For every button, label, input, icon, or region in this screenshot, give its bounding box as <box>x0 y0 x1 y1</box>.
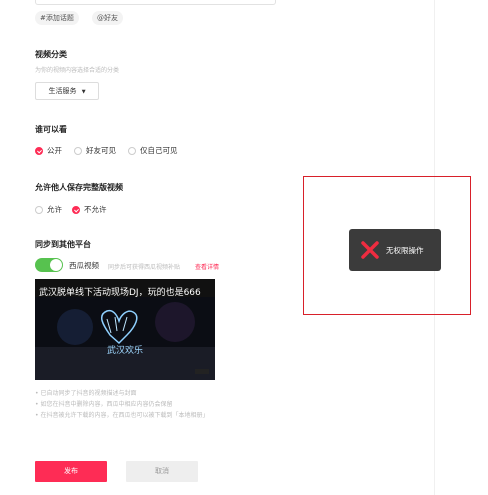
radio-public[interactable] <box>35 146 43 155</box>
radio-private[interactable] <box>128 146 136 155</box>
sync-title: 同步到其他平台 <box>35 240 91 249</box>
save-permission-options: 允许 不允许 <box>35 204 107 215</box>
visibility-title: 谁可以看 <box>35 125 67 134</box>
sync-notes: • 已自动同步了抖音的视频描述与封面 • 如您在抖音中删除内容，西瓜中相应内容仍… <box>35 388 208 421</box>
sync-platform-label: 西瓜视频 <box>69 261 99 270</box>
caret-down-icon: ▼ <box>81 89 86 95</box>
cancel-button[interactable]: 取消 <box>126 461 198 482</box>
category-dropdown[interactable]: 生活服务 ▼ <box>35 82 99 100</box>
toggle-knob <box>50 259 62 271</box>
radio-allow[interactable] <box>35 205 43 214</box>
error-toast: 无权限操作 <box>349 229 441 271</box>
radio-friends-label[interactable]: 好友可见 <box>86 145 116 156</box>
sync-note: • 如您在抖音中删除内容，西瓜中相应内容仍会保留 <box>35 401 173 408</box>
publish-button[interactable]: 发布 <box>35 461 107 482</box>
toast-message: 无权限操作 <box>386 245 424 255</box>
mention-friend-tag[interactable]: @好友 <box>92 11 123 25</box>
sync-note: • 已自动同步了抖音的视频描述与封面 <box>35 390 137 397</box>
radio-disallow[interactable] <box>72 205 80 214</box>
sync-note: • 在抖音被允许下载的内容，在西瓜也可以被下载到「本地相册」 <box>35 412 209 419</box>
close-x-icon <box>361 241 379 259</box>
add-topic-tag[interactable]: #添加话题 <box>35 11 79 25</box>
video-preview[interactable]: 武汉脱单线下活动现场DJ，玩的也是666 武汉欢乐 <box>35 279 215 380</box>
video-neon-sign: 武汉欢乐 <box>107 344 143 356</box>
category-hint: 为你的视频内容选择合适的分类 <box>35 67 120 74</box>
sync-detail-link[interactable]: 查看详情 <box>195 262 219 271</box>
radio-allow-label[interactable]: 允许 <box>47 204 62 215</box>
radio-friends[interactable] <box>74 146 82 155</box>
category-selected: 生活服务 <box>48 87 77 95</box>
category-title: 视频分类 <box>35 50 67 59</box>
radio-disallow-label[interactable]: 不允许 <box>84 204 107 215</box>
sync-toggle[interactable] <box>35 258 63 272</box>
visibility-options: 公开 好友可见 仅自己可见 <box>35 145 178 156</box>
description-input[interactable] <box>35 0 276 5</box>
sync-description: 同步后可获得西瓜视频补贴 <box>108 264 181 271</box>
video-frame-image: 武汉欢乐 <box>35 297 215 380</box>
save-permission-title: 允许他人保存完整版视频 <box>35 183 123 192</box>
radio-private-label[interactable]: 仅自己可见 <box>140 145 178 156</box>
radio-public-label[interactable]: 公开 <box>47 145 62 156</box>
